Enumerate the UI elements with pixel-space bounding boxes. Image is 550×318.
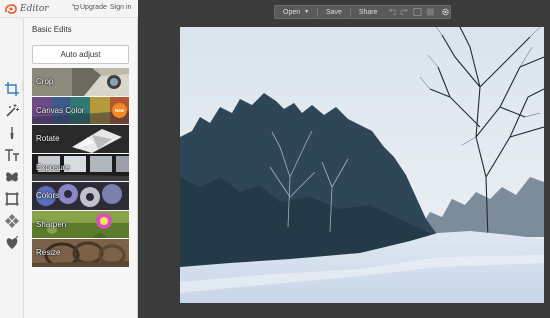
crop-icon bbox=[5, 82, 19, 96]
texture-icon bbox=[5, 214, 19, 228]
upgrade-link[interactable]: Upgrade bbox=[72, 4, 107, 11]
edit-item-label: Crop bbox=[36, 77, 54, 86]
basic-edits-panel: Basic Edits Auto adjust Crop Canvas Colo… bbox=[24, 18, 138, 318]
rail-stickers-tool[interactable] bbox=[3, 234, 21, 252]
edit-item-colors[interactable]: Colors bbox=[32, 182, 129, 211]
edit-item-sharpen[interactable]: Sharpen bbox=[32, 210, 129, 239]
magic-wand-icon bbox=[6, 104, 19, 117]
text-icon bbox=[5, 149, 19, 161]
butterfly-icon bbox=[6, 172, 18, 182]
upgrade-label: Upgrade bbox=[80, 4, 107, 11]
edit-item-rotate[interactable]: Rotate bbox=[32, 125, 129, 154]
app-logo[interactable]: Editor bbox=[4, 2, 54, 16]
cart-icon bbox=[72, 4, 79, 11]
edit-item-crop[interactable]: Crop bbox=[32, 68, 129, 97]
sign-in-link[interactable]: Sign in bbox=[110, 4, 131, 11]
edit-item-label: Canvas Color bbox=[36, 105, 85, 115]
rail-crop-tool[interactable] bbox=[3, 80, 21, 98]
open-label: Open bbox=[283, 8, 301, 16]
edit-item-label: Colors bbox=[36, 191, 60, 200]
open-menu-button[interactable]: Open ▼ bbox=[275, 6, 317, 18]
edit-item-label: Resize bbox=[36, 248, 61, 257]
tool-rail bbox=[0, 18, 24, 318]
logo-text: Editor bbox=[20, 4, 49, 14]
edit-list: Crop Canvas Color New Rotate Exposure Co… bbox=[32, 68, 129, 268]
frame-icon bbox=[5, 192, 19, 206]
caret-down-icon: ▼ bbox=[304, 9, 310, 15]
canvas-area: Open ▼ Save Share bbox=[138, 0, 550, 318]
redo-icon[interactable] bbox=[400, 7, 409, 17]
rail-overlays-tool[interactable] bbox=[3, 168, 21, 186]
edit-item-label: Sharpen bbox=[36, 219, 67, 229]
edit-item-label: Rotate bbox=[36, 134, 60, 143]
winter-forest-photo bbox=[180, 27, 544, 303]
rail-frames-tool[interactable] bbox=[3, 190, 21, 208]
zoom-out-icon[interactable] bbox=[413, 7, 422, 17]
edit-item-resize[interactable]: Resize bbox=[32, 239, 129, 268]
brush-icon bbox=[10, 127, 14, 139]
undo-icon[interactable] bbox=[388, 7, 397, 17]
heart-icon bbox=[6, 236, 19, 249]
zoom-in-icon[interactable] bbox=[426, 7, 435, 17]
rail-textures-tool[interactable] bbox=[3, 212, 21, 230]
panel-title: Basic Edits bbox=[32, 25, 72, 34]
gear-icon[interactable] bbox=[441, 7, 450, 17]
auto-adjust-button[interactable]: Auto adjust bbox=[32, 45, 129, 64]
editing-photo[interactable] bbox=[180, 27, 544, 303]
rail-touchup-tool[interactable] bbox=[3, 124, 21, 142]
share-button[interactable]: Share bbox=[351, 6, 386, 18]
rail-effects-tool[interactable] bbox=[3, 102, 21, 120]
top-toolbar: Open ▼ Save Share bbox=[274, 5, 451, 19]
app-header: Editor Upgrade Sign in bbox=[0, 0, 138, 18]
rail-text-tool[interactable] bbox=[3, 146, 21, 164]
edit-item-exposure[interactable]: Exposure bbox=[32, 153, 129, 182]
edit-item-label: Exposure bbox=[36, 162, 70, 172]
logo-icon bbox=[5, 4, 17, 14]
save-button[interactable]: Save bbox=[318, 6, 350, 18]
edit-item-canvas-color[interactable]: Canvas Color New bbox=[32, 96, 129, 125]
new-badge: New bbox=[112, 102, 127, 118]
